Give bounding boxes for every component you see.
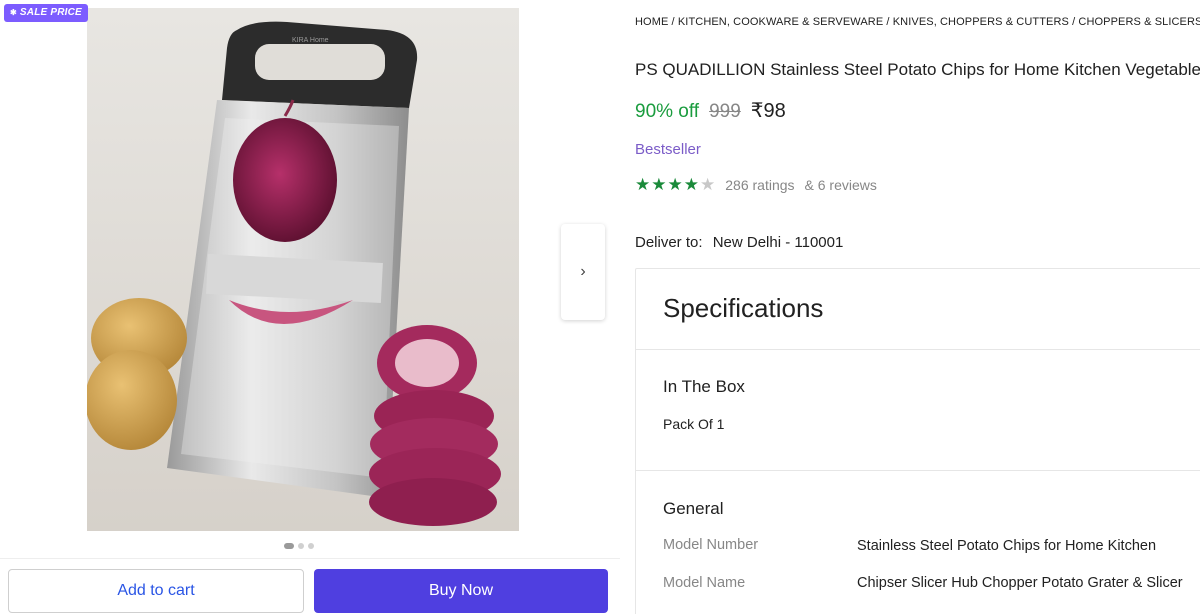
purchase-bar: Add to cart Buy Now [0,558,620,614]
product-title: PS QUADILLION Stainless Steel Potato Chi… [635,60,1200,79]
product-image[interactable]: KIRA Home [87,8,519,531]
buy-now-button[interactable]: Buy Now [314,569,608,613]
specifications-title: Specifications [663,293,824,323]
specifications-card: Specifications In The Box Pack Of 1 Gene… [635,268,1200,614]
general-heading: General [663,499,724,518]
in-the-box-value: Pack Of 1 [663,416,725,432]
product-photo-illustration: KIRA Home [87,8,519,531]
gallery-next-button[interactable]: › [561,224,605,320]
product-gallery: KIRA Home ✱ SALE PRICE › Add to cart Buy… [0,0,620,614]
bestseller-tag: Bestseller [635,141,701,158]
svg-text:KIRA Home: KIRA Home [292,37,329,44]
product-page: KIRA Home ✱ SALE PRICE › Add to cart Buy… [0,0,1200,614]
star-empty-icon: ★ [700,175,716,194]
product-details: HOME / KITCHEN, COOKWARE & SERVEWARE / K… [635,0,1200,614]
divider [636,349,1200,350]
spec-value-model-name: Chipser Slicer Hub Chopper Potato Grater… [857,575,1183,591]
delivery-location[interactable]: Deliver to: New Delhi - 110001 [635,234,843,251]
add-to-cart-label: Add to cart [117,582,195,599]
spec-key-model-name: Model Name [663,575,746,591]
reviews-count: & 6 reviews [804,177,877,193]
breadcrumb[interactable]: HOME / KITCHEN, COOKWARE & SERVEWARE / K… [635,16,1200,28]
gallery-pagination [284,543,314,549]
buy-now-label: Buy Now [428,582,494,599]
add-to-cart-button[interactable]: Add to cart [8,569,304,613]
star-icon: ★ [651,175,667,194]
star-icon: ★ [667,175,683,194]
original-price: 999 [709,101,741,122]
price-row: 90% off 999 ₹98 [635,98,786,123]
rating-summary[interactable]: ★ ★ ★ ★ ★ 286 ratings & 6 reviews [635,175,877,195]
sparkle-icon: ✱ [10,8,17,17]
selling-price: ₹98 [750,100,786,122]
ratings-count: 286 ratings [725,177,795,193]
divider [636,470,1200,471]
star-icon: ★ [635,175,651,194]
deliver-to-value: New Delhi - 110001 [712,234,844,251]
pagination-dot[interactable] [308,543,314,549]
sale-price-badge: ✱ SALE PRICE [4,4,88,22]
spec-value-model-number: Stainless Steel Potato Chips for Home Ki… [857,538,1157,554]
discount-percent: 90% off [635,101,700,122]
star-icon: ★ [683,175,699,194]
in-the-box-heading: In The Box [663,377,745,396]
pagination-dot[interactable] [284,543,294,549]
chevron-right-icon: › [580,263,586,280]
star-rating: ★ ★ ★ ★ ★ [635,175,715,195]
deliver-to-label: Deliver to: [635,234,703,251]
spec-key-model-number: Model Number [663,537,759,553]
sale-price-label: SALE PRICE [19,7,82,18]
pagination-dot[interactable] [298,543,304,549]
